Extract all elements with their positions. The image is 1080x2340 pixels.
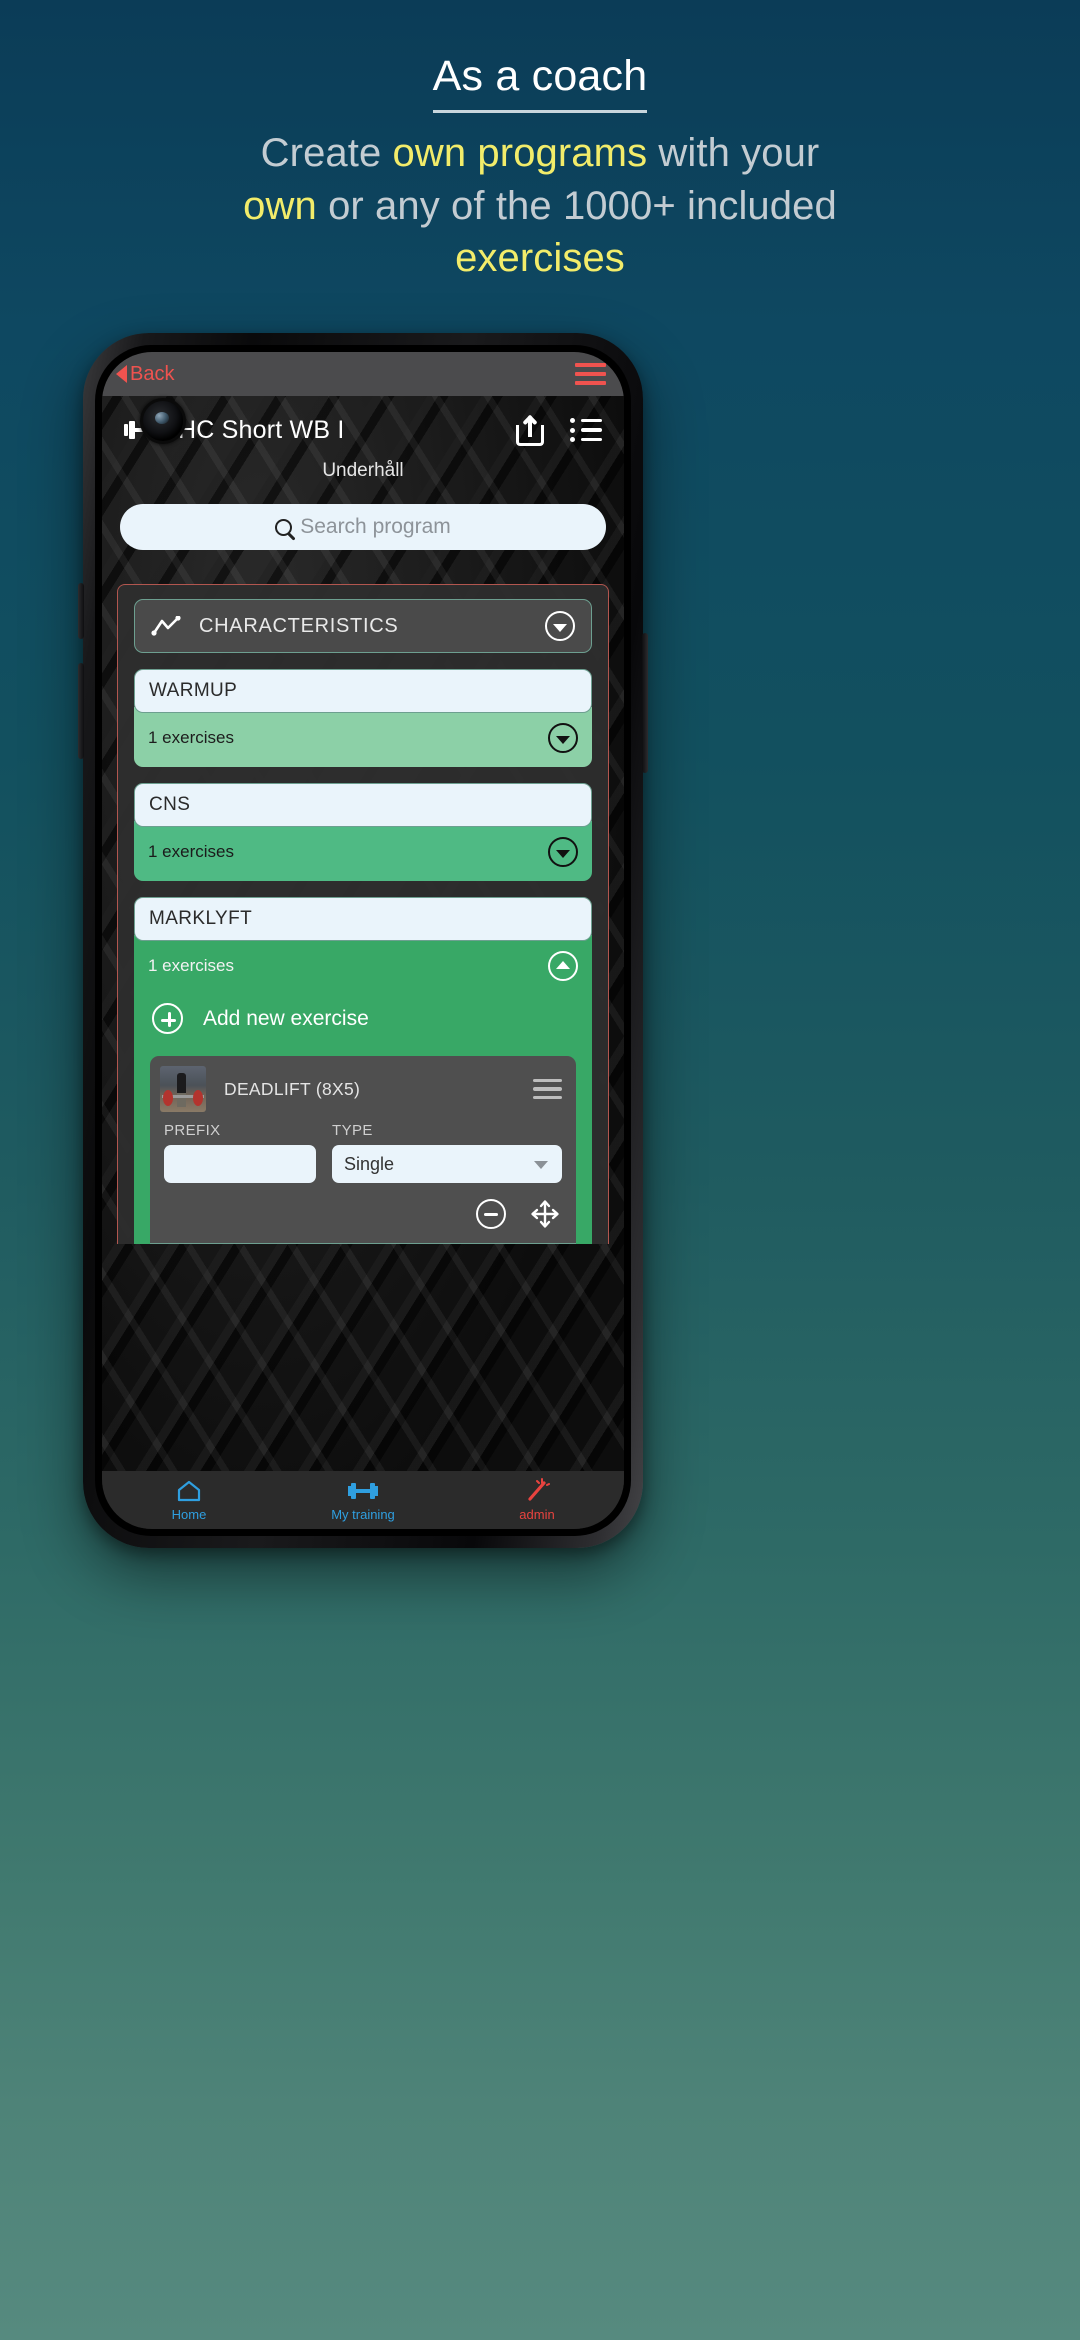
volume-down-button[interactable]	[78, 663, 84, 759]
exercise-set-section: SET 8 REP 5 REST	[150, 1243, 576, 1244]
prefix-field-group: PREFIX	[164, 1122, 316, 1183]
type-value: Single	[344, 1153, 395, 1174]
hero-line1-highlight: own programs	[392, 130, 648, 175]
browser-nav-strip: Back	[102, 352, 624, 396]
exercise-header[interactable]: DEADLIFT (8X5)	[150, 1056, 576, 1122]
chevron-left-icon	[116, 365, 127, 383]
exercise-prefix-type-section: PREFIX TYPE Single	[150, 1122, 576, 1243]
chevron-down-icon	[534, 1161, 548, 1169]
search-input[interactable]: Search program	[120, 504, 606, 550]
phone-screen: Back HC Short WB I Underhåll Search prog…	[102, 352, 624, 1529]
phone-bezel: Back HC Short WB I Underhåll Search prog…	[95, 345, 631, 1536]
list-icon[interactable]	[570, 418, 602, 442]
share-icon[interactable]	[516, 414, 544, 446]
minus-circle-icon[interactable]	[476, 1199, 506, 1229]
hamburger-menu-icon[interactable]	[575, 363, 606, 385]
hero-line2-highlight: own	[243, 183, 317, 228]
block-exercise-count: 1 exercises	[148, 728, 234, 747]
back-button[interactable]: Back	[116, 363, 174, 386]
hero-body: Create own programs with your own or any…	[0, 127, 1080, 285]
program-subtitle: Underhåll	[322, 460, 404, 481]
bottom-tab-bar: Home My training admin	[102, 1471, 624, 1529]
search-placeholder: Search program	[300, 515, 451, 538]
app-content: HC Short WB I Underhåll Search program C…	[102, 396, 624, 1529]
move-arrows-icon[interactable]	[528, 1197, 562, 1231]
hero-line2-b: or any of the 1000+ included	[316, 183, 837, 228]
add-new-exercise-label: Add new exercise	[203, 1006, 369, 1030]
characteristics-label: CHARACTERISTICS	[199, 614, 399, 637]
block-body[interactable]: 1 exercises	[134, 707, 592, 767]
drag-handle-icon[interactable]	[533, 1078, 562, 1100]
tab-home-label: Home	[171, 1507, 207, 1522]
magic-wand-icon	[450, 1478, 624, 1504]
block-exercise-count: 1 exercises	[148, 842, 234, 861]
hero-line1-b: with your	[647, 130, 820, 175]
hero-line3-highlight: exercises	[455, 236, 625, 281]
chevron-down-circle-icon[interactable]	[545, 611, 575, 641]
chevron-down-circle-icon[interactable]	[548, 837, 578, 867]
tab-my-training[interactable]: My training	[276, 1478, 450, 1522]
program-title: HC Short WB I	[178, 415, 345, 444]
prefix-label: PREFIX	[164, 1122, 221, 1139]
plus-circle-icon	[152, 1003, 183, 1034]
section-characteristics[interactable]: CHARACTERISTICS	[134, 599, 592, 653]
exercise-actions	[164, 1197, 562, 1231]
block-exercise-count: 1 exercises	[148, 956, 234, 975]
power-button[interactable]	[642, 633, 648, 773]
dumbbell-icon	[276, 1478, 450, 1504]
exercise-name: DEADLIFT (8X5)	[224, 1078, 361, 1099]
marketing-hero: As a coach Create own programs with your…	[0, 48, 1080, 285]
chevron-down-circle-icon[interactable]	[548, 723, 578, 753]
tab-admin[interactable]: admin	[450, 1478, 624, 1522]
type-field-group: TYPE Single	[332, 1122, 562, 1183]
block-body-expanded: 1 exercises Add new exercise DEADLIFT (8…	[134, 935, 592, 1244]
add-new-exercise-button[interactable]: Add new exercise	[152, 1003, 578, 1034]
trend-chart-icon	[151, 616, 181, 636]
hero-title: As a coach	[432, 48, 648, 113]
tab-home[interactable]: Home	[102, 1478, 276, 1522]
block-marklyft: MARKLYFT 1 exercises Add new exercise DE…	[134, 897, 592, 1244]
deadlift-thumbnail	[160, 1066, 206, 1112]
block-header-row[interactable]: 1 exercises	[148, 951, 578, 981]
prefix-input[interactable]	[164, 1145, 316, 1183]
front-camera	[140, 398, 186, 444]
phone-mockup: Back HC Short WB I Underhåll Search prog…	[78, 333, 648, 1548]
program-panel: CHARACTERISTICS WARMUP 1 exercises CNS 1…	[117, 584, 609, 1244]
block-title[interactable]: CNS	[134, 783, 592, 827]
prefix-type-row: PREFIX TYPE Single	[164, 1122, 562, 1183]
tab-my-training-label: My training	[331, 1507, 395, 1522]
chevron-up-circle-icon[interactable]	[548, 951, 578, 981]
volume-up-button[interactable]	[78, 583, 84, 639]
tab-admin-label: admin	[519, 1507, 555, 1522]
exercise-card: DEADLIFT (8X5) PREFIX TYPE Single	[150, 1056, 576, 1244]
block-title[interactable]: MARKLYFT	[134, 897, 592, 941]
app-header-row: HC Short WB I	[124, 414, 602, 446]
home-icon	[102, 1478, 276, 1504]
app-header-actions	[516, 414, 602, 446]
block-title[interactable]: WARMUP	[134, 669, 592, 713]
type-select[interactable]: Single	[332, 1145, 562, 1183]
block-body[interactable]: 1 exercises	[134, 821, 592, 881]
hero-line1-a: Create	[260, 130, 393, 175]
search-icon	[275, 518, 293, 536]
back-label: Back	[130, 362, 175, 385]
block-warmup: WARMUP 1 exercises	[134, 669, 592, 767]
block-cns: CNS 1 exercises	[134, 783, 592, 881]
type-label: TYPE	[332, 1122, 373, 1139]
